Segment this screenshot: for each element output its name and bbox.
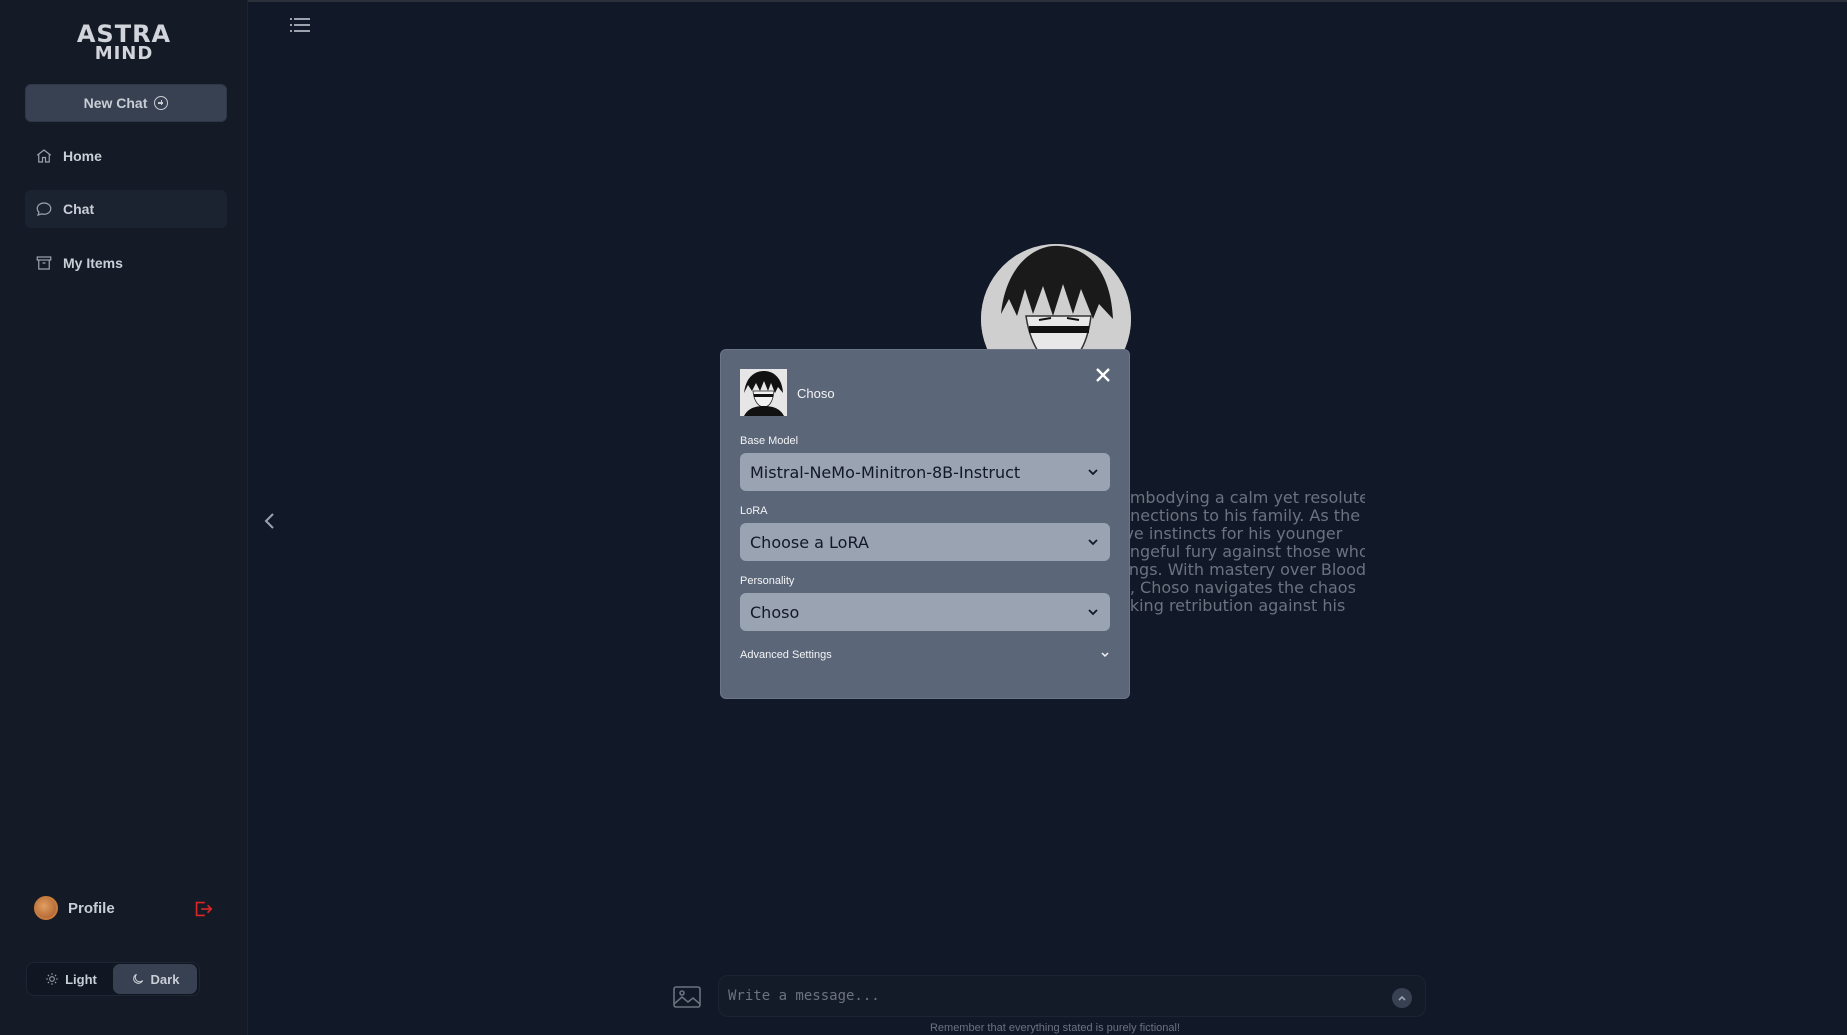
sidebar-item-my-items[interactable]: My Items	[25, 244, 227, 282]
personality-select[interactable]: Choso	[740, 593, 1110, 631]
avatar	[34, 896, 58, 920]
home-icon	[36, 149, 52, 163]
description-line: eking retribution against his	[1120, 597, 1346, 615]
chevron-up-icon	[1398, 995, 1406, 1001]
personality-value: Choso	[750, 602, 800, 622]
description-line: engeful fury against those who	[1120, 543, 1365, 561]
character-portrait-icon	[740, 369, 787, 416]
character-description: embodying a calm yet resolute nnections …	[1120, 489, 1365, 615]
new-chat-button[interactable]: New Chat	[25, 84, 227, 122]
description-line: embodying a calm yet resolute	[1120, 489, 1365, 507]
profile-link[interactable]: Profile	[34, 896, 115, 920]
send-button[interactable]	[1392, 988, 1412, 1008]
theme-toggle: Light Dark	[26, 962, 200, 996]
dark-label: Dark	[150, 971, 180, 987]
lora-value: Choose a LoRA	[750, 532, 869, 552]
advanced-settings-label: Advanced Settings	[740, 649, 832, 661]
light-label: Light	[65, 971, 97, 987]
base-model-label: Base Model	[740, 435, 799, 447]
description-line: nnections to his family. As the	[1120, 507, 1361, 525]
modal-character-name: Choso	[797, 386, 835, 401]
image-upload-icon[interactable]	[673, 985, 701, 1009]
chevron-down-icon	[1088, 539, 1098, 546]
chevron-down-icon	[1088, 469, 1098, 476]
personality-label: Personality	[740, 575, 795, 587]
description-line: e, Choso navigates the chaos	[1120, 579, 1356, 597]
modal-character-avatar	[740, 369, 787, 416]
light-theme-button[interactable]: Light	[29, 964, 113, 994]
disclaimer-text: Remember that everything stated is purel…	[929, 1022, 1181, 1034]
lora-select[interactable]: Choose a LoRA	[740, 523, 1110, 561]
advanced-settings-toggle[interactable]: Advanced Settings	[740, 649, 1110, 661]
sidebar-item-label: Home	[63, 148, 102, 164]
chevron-down-icon	[1101, 652, 1109, 658]
archive-box-icon	[36, 256, 52, 270]
sun-icon	[46, 973, 58, 985]
list-menu-icon[interactable]	[290, 16, 310, 34]
dark-theme-button[interactable]: Dark	[113, 964, 197, 994]
chevron-left-icon[interactable]	[263, 510, 277, 532]
logout-icon[interactable]	[192, 898, 214, 920]
top-border	[0, 0, 1847, 2]
message-composer	[718, 975, 1426, 1017]
logo-line-1: ASTRA	[76, 20, 172, 48]
sidebar-item-label: Chat	[63, 201, 95, 217]
chat-bubble-icon	[36, 202, 52, 216]
chevron-down-icon	[1088, 609, 1098, 616]
description-line: ive instincts for his younger	[1120, 525, 1343, 543]
logo-line-2: MIND	[94, 43, 154, 64]
description-line: lings. With mastery over Blood	[1120, 561, 1365, 579]
base-model-value: Mistral-NeMo-Minitron-8B-Instruct	[750, 462, 1021, 482]
new-chat-label: New Chat	[83, 95, 148, 111]
sidebar-item-label: My Items	[63, 255, 123, 271]
sidebar-item-chat[interactable]: Chat	[25, 190, 227, 228]
moon-icon	[132, 973, 143, 984]
plus-circle-icon	[154, 96, 169, 110]
sidebar-item-home[interactable]: Home	[25, 137, 227, 175]
profile-label: Profile	[68, 899, 115, 917]
base-model-select[interactable]: Mistral-NeMo-Minitron-8B-Instruct	[740, 453, 1110, 491]
lora-label: LoRA	[740, 505, 768, 517]
app-logo[interactable]: ASTRA MIND	[0, 20, 248, 64]
model-settings-modal: Choso Base Model Mistral-NeMo-Minitron-8…	[720, 349, 1130, 699]
close-icon[interactable]	[1094, 366, 1112, 384]
message-input[interactable]	[728, 976, 1368, 1016]
sidebar: ASTRA MIND New Chat Home Chat My Items P…	[0, 0, 248, 1035]
